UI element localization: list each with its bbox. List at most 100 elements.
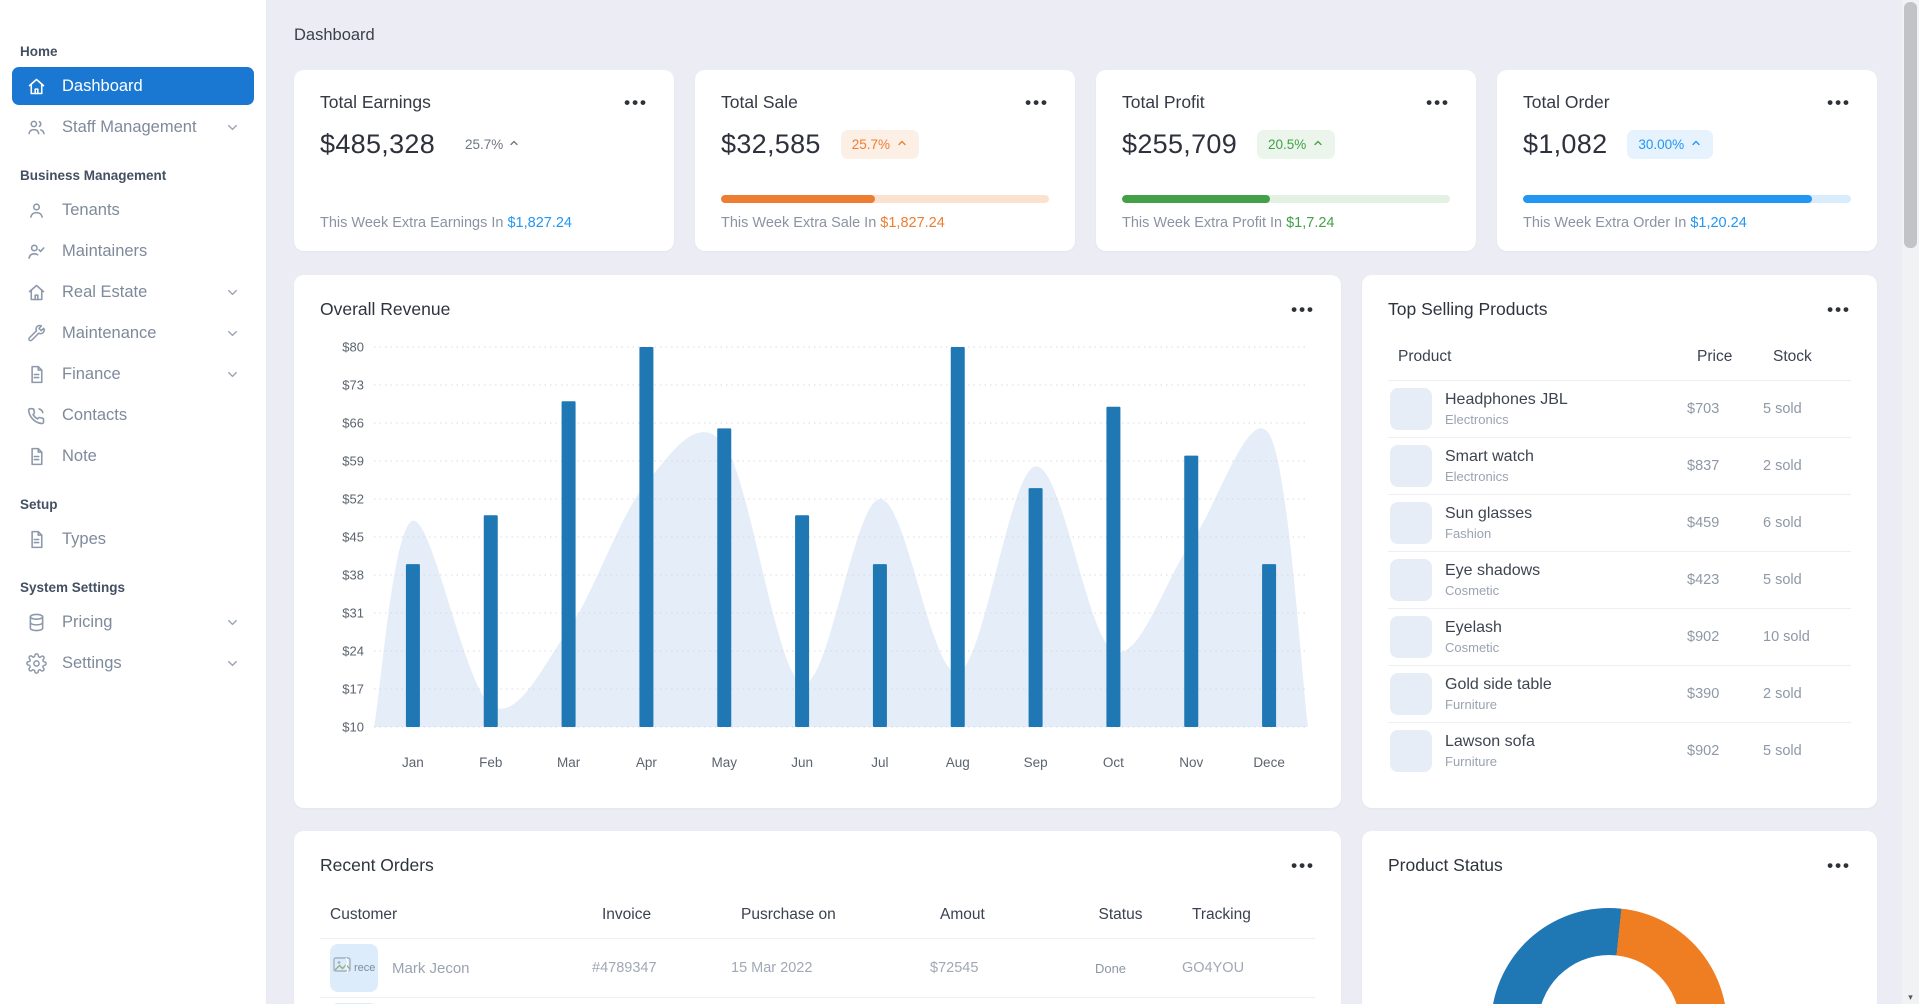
bar-oct	[1106, 406, 1121, 727]
sidebar-item-label: Note	[62, 446, 97, 465]
sidebar-item-contacts[interactable]: Contacts	[12, 396, 254, 434]
card-title: Total Profit	[1122, 92, 1205, 112]
orders-table-body: rece Mark Jecon #4789347 15 Mar 2022 $72545 D…	[320, 938, 1315, 1004]
product-row-gold-side-table[interactable]: Gold side table Furniture $390 2 sold	[1388, 665, 1851, 722]
sidebar-item-maintainers[interactable]: Maintainers	[12, 232, 254, 270]
product-status-donut-chart	[1491, 908, 1727, 1004]
progress-bar	[721, 195, 1049, 203]
stat-card-total-earnings: Total Earnings ••• $485,328 25.7% This Week …	[294, 70, 674, 251]
sidebar-item-settings[interactable]: Settings	[12, 644, 254, 682]
revenue-panel-title: Overall Revenue	[320, 299, 451, 319]
file-icon	[26, 445, 48, 467]
progress-fill	[1122, 195, 1270, 203]
scrollbar-down-arrow[interactable]: ▾	[1902, 992, 1919, 1003]
chevron-up-icon	[508, 137, 520, 152]
chevron-down-icon	[225, 120, 240, 135]
scrollbar[interactable]: ▾	[1902, 0, 1919, 1004]
product-row-sun-glasses[interactable]: Sun glasses Fashion $459 6 sold	[1388, 494, 1851, 551]
stat-card-total-order: Total Order ••• $1,082 30.00% This Week Extr…	[1497, 70, 1877, 251]
wrench-icon	[26, 322, 48, 344]
product-category: Cosmetic	[1445, 640, 1500, 655]
product-row-lawson-sofa[interactable]: Lawson sofa Furniture $902 5 sold	[1388, 722, 1851, 779]
delta-badge: 20.5%	[1257, 130, 1336, 159]
breadcrumb: Dashboard	[294, 26, 375, 44]
y-tick-label: $73	[342, 378, 364, 393]
product-price: $837	[1687, 458, 1720, 474]
user-icon	[26, 199, 48, 221]
product-row-eye-shadows[interactable]: Eye shadows Cosmetic $423 5 sold	[1388, 551, 1851, 608]
delta-badge: 25.7%	[840, 130, 919, 159]
card-value-row: $485,328 25.7%	[320, 129, 648, 160]
sidebar-section-label-setup: Setup	[20, 497, 58, 512]
sidebar-item-types[interactable]: Types	[12, 520, 254, 558]
product-price: $902	[1687, 743, 1720, 759]
bar-jan	[405, 564, 420, 727]
product-name: Smart watch	[1445, 448, 1534, 465]
y-tick-label: $59	[342, 454, 364, 469]
delta-value: 25.7%	[851, 137, 890, 152]
orders-table-header: Customer Invoice Pusrchase on Amout Stat…	[320, 898, 1315, 938]
y-tick-label: $80	[342, 340, 364, 355]
sidebar-item-tenants[interactable]: Tenants	[12, 191, 254, 229]
product-stock: 2 sold	[1763, 686, 1802, 702]
more-options-button[interactable]: •••	[1025, 94, 1049, 111]
sidebar-item-pricing[interactable]: Pricing	[12, 603, 254, 641]
top-selling-products-panel: Top Selling Products ••• Product Price S…	[1362, 275, 1877, 808]
product-name: Eye shadows	[1445, 562, 1541, 579]
product-row-smart-watch[interactable]: Smart watch Electronics $837 2 sold	[1388, 437, 1851, 494]
more-options-button[interactable]: •••	[1426, 94, 1450, 111]
more-options-button[interactable]: •••	[624, 94, 648, 111]
more-options-button[interactable]: •••	[1291, 857, 1315, 874]
product-text: Eyelash Cosmetic	[1445, 619, 1502, 655]
more-options-button[interactable]: •••	[1827, 301, 1851, 318]
card-caption: This Week Extra Sale In $1,827.24	[721, 215, 1049, 231]
y-tick-label: $24	[342, 644, 364, 659]
x-tick-label: Dece	[1253, 755, 1285, 770]
scrollbar-thumb[interactable]	[1904, 2, 1917, 248]
product-price: $703	[1687, 401, 1720, 417]
progress-bar	[1122, 195, 1450, 203]
product-stock: 5 sold	[1763, 743, 1802, 759]
caption-amount: $1,7.24	[1286, 215, 1335, 231]
order-row-mark-jecon[interactable]: rece Mark Jecon #4789347 15 Mar 2022 $72545 D…	[320, 938, 1315, 997]
card-value: $1,082	[1523, 129, 1608, 159]
bar-may	[717, 428, 732, 727]
card-value: $255,709	[1122, 129, 1238, 159]
card-caption: This Week Extra Earnings In $1,827.24	[320, 215, 648, 231]
more-options-button[interactable]: •••	[1827, 94, 1851, 111]
product-cell: Lawson sofa Furniture	[1388, 730, 1687, 772]
caption-text: This Week Extra Order In	[1523, 215, 1687, 231]
x-tick-label: Jan	[402, 755, 424, 770]
home-icon	[26, 75, 48, 97]
sidebar-item-label: Maintainers	[62, 241, 148, 260]
sidebar-item-maintenance[interactable]: Maintenance	[12, 314, 254, 352]
product-thumbnail	[1390, 388, 1432, 430]
sidebar-item-label: Real Estate	[62, 282, 148, 301]
more-options-button[interactable]: •••	[1827, 857, 1851, 874]
product-row-headphones-jbl[interactable]: Headphones JBL Electronics $703 5 sold	[1388, 380, 1851, 437]
x-tick-label: Sep	[1024, 755, 1048, 770]
sidebar-item-label: Types	[62, 529, 107, 548]
y-tick-label: $10	[342, 720, 364, 735]
sidebar-item-staff-management[interactable]: Staff Management	[12, 108, 254, 146]
sidebar-item-note[interactable]: Note	[12, 437, 254, 475]
order-row-partial[interactable]	[320, 997, 1315, 1004]
sidebar-item-dashboard[interactable]: Dashboard	[12, 67, 254, 105]
card-value: $32,585	[721, 129, 821, 159]
more-options-button[interactable]: •••	[1291, 301, 1315, 318]
products-panel-title: Top Selling Products	[1388, 299, 1548, 319]
broken-image-placeholder: rece	[330, 944, 378, 992]
sidebar-item-finance[interactable]: Finance	[12, 355, 254, 393]
card-head: Total Earnings •••	[320, 92, 648, 113]
card-caption: This Week Extra Order In $1,20.24	[1523, 215, 1851, 231]
delta-plain: 25.7%	[465, 137, 520, 152]
file-icon	[26, 363, 48, 385]
y-tick-label: $66	[342, 416, 364, 431]
bar-dece	[1262, 564, 1277, 727]
sidebar-item-real-estate[interactable]: Real Estate	[12, 273, 254, 311]
chevron-up-icon	[896, 137, 908, 152]
database-icon	[26, 611, 48, 633]
product-row-eyelash[interactable]: Eyelash Cosmetic $902 10 sold	[1388, 608, 1851, 665]
